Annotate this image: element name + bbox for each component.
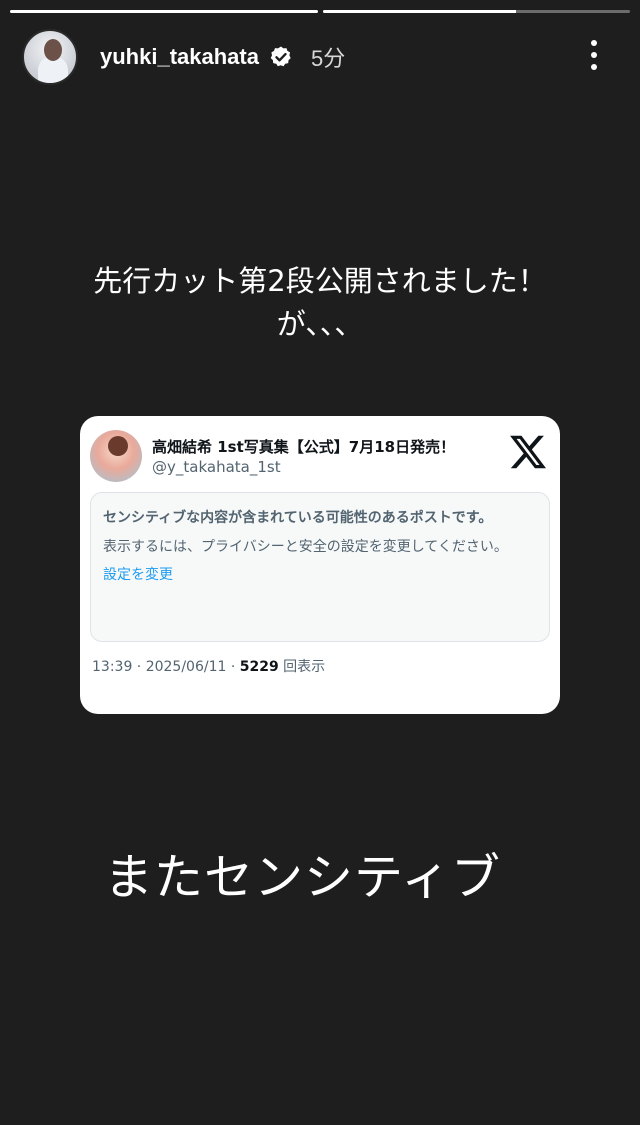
sensitive-content-notice: センシティブな内容が含まれている可能性のあるポストです。 表示するには、プライバ…: [90, 492, 550, 642]
x-logo-icon: [510, 435, 547, 469]
change-settings-link[interactable]: 設定を変更: [103, 565, 537, 585]
tweet-handle: @y_takahata_1st: [152, 458, 281, 476]
tweet-meta: 13:39 · 2025/06/11 · 5229 回表示: [92, 656, 325, 676]
story-progress: [10, 10, 630, 13]
story-progress-segment-1: [10, 10, 318, 13]
caption-line-1: 先行カット第2段公開されました！: [93, 264, 547, 298]
avatar[interactable]: [22, 29, 78, 85]
username[interactable]: yuhki_takahata: [100, 44, 259, 70]
tweet-view-label: 回表示: [278, 659, 326, 675]
embedded-tweet-card[interactable]: 高畑結希 1st写真集【公式】7月18日発売！ @y_takahata_1st …: [80, 416, 560, 714]
post-time: 5分: [310, 46, 346, 71]
notice-title: センシティブな内容が含まれている可能性のあるポストです。: [103, 510, 493, 526]
story-progress-segment-2: [322, 10, 630, 13]
story-header: yuhki_takahata 5分: [22, 28, 618, 86]
more-vertical-icon[interactable]: [588, 40, 600, 70]
caption-line-2: が、、、: [276, 307, 364, 341]
tweet-timestamp: 13:39 · 2025/06/11 ·: [92, 659, 240, 675]
story-bottom-text: またセンシティブ: [104, 849, 502, 906]
story-caption: 先行カット第2段公開されました！ が、、、: [0, 260, 640, 346]
verified-badge-icon: [270, 46, 291, 67]
tweet-view-count: 5229: [239, 659, 279, 675]
tweet-avatar: [90, 430, 142, 482]
notice-body: 表示するには、プライバシーと安全の設定を変更してください。: [103, 539, 508, 555]
tweet-account-name: 高畑結希 1st写真集【公式】7月18日発売！: [152, 438, 456, 456]
